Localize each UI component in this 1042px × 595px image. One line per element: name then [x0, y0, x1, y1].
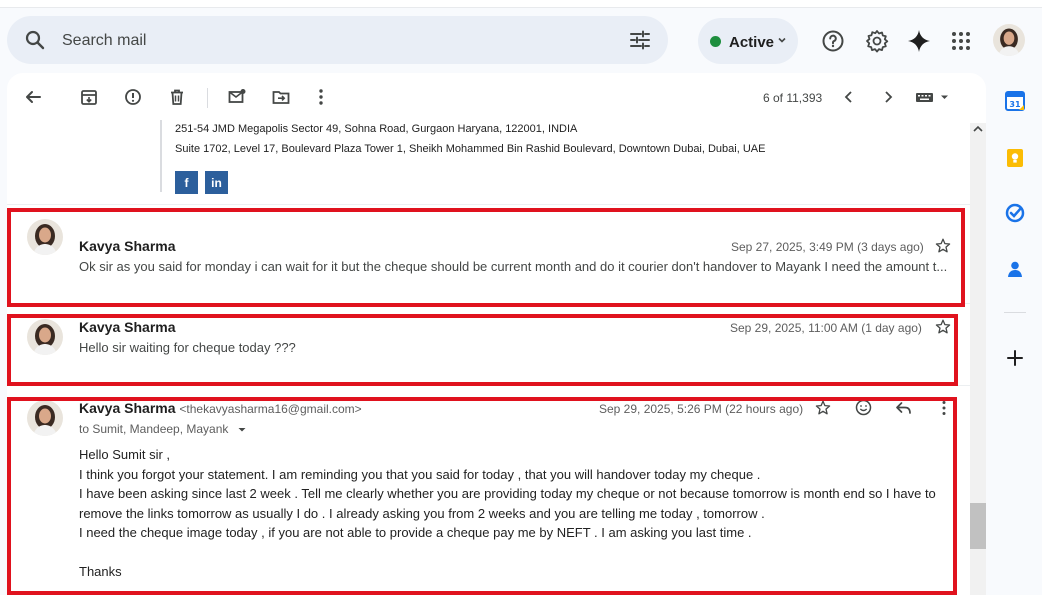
reply-icon[interactable] [895, 400, 912, 416]
linkedin-link-icon[interactable]: in [205, 171, 228, 194]
next-chevron-icon[interactable] [876, 85, 900, 109]
message-sender[interactable]: Kavya Sharma <thekavyasharma16@gmail.com… [79, 400, 362, 416]
more-vertical-icon[interactable] [941, 400, 947, 416]
sender-avatar [27, 319, 63, 355]
settings-gear-icon[interactable] [857, 21, 897, 61]
tasks-icon[interactable] [1004, 202, 1026, 224]
delete-trash-icon[interactable] [165, 85, 189, 109]
star-icon[interactable] [935, 238, 951, 254]
body-line: I think you forgot your statement. I am … [79, 467, 761, 482]
rail-divider [1004, 312, 1026, 313]
message-sender[interactable]: Kavya Sharma [79, 238, 176, 254]
side-panel-rail: 31 [994, 80, 1036, 595]
more-options-icon[interactable] [309, 85, 333, 109]
browser-top-strip [0, 0, 1042, 8]
chevron-down-icon [776, 34, 788, 46]
add-addon-plus-icon[interactable] [1004, 347, 1026, 369]
search-input[interactable]: Search mail [62, 32, 146, 50]
status-selector[interactable]: Active [698, 18, 798, 64]
back-arrow-icon[interactable] [21, 85, 45, 109]
search-icon[interactable] [23, 28, 47, 52]
recipients-line[interactable]: to Sumit, Mandeep, Mayank [79, 422, 247, 436]
sender-avatar [27, 219, 63, 255]
message-snippet[interactable]: Hello sir waiting for cheque today ??? [79, 340, 679, 355]
body-line: remove the links tomorrow as usually I d… [79, 506, 765, 521]
status-dot [710, 36, 721, 47]
status-label: Active [729, 34, 775, 51]
message-sender[interactable]: Kavya Sharma [79, 319, 176, 335]
keep-notes-icon[interactable] [1004, 147, 1026, 169]
help-icon[interactable] [813, 21, 853, 61]
contacts-icon[interactable] [1004, 258, 1026, 280]
keyboard-icon[interactable] [915, 85, 951, 109]
report-spam-icon[interactable] [121, 85, 145, 109]
move-to-folder-icon[interactable] [269, 85, 293, 109]
message-divider [7, 385, 986, 386]
archive-icon[interactable] [77, 85, 101, 109]
emoji-reaction-icon[interactable] [855, 399, 872, 416]
search-options-icon[interactable] [628, 28, 652, 52]
sender-name: Kavya Sharma [79, 400, 176, 416]
message-date: Sep 29, 2025, 11:00 AM (1 day ago) [730, 321, 922, 335]
scrollbar-thumb[interactable] [970, 503, 986, 549]
body-line: Thanks [79, 564, 122, 579]
message-date: Sep 27, 2025, 3:49 PM (3 days ago) [731, 240, 924, 254]
scroll-up-arrow-icon[interactable] [970, 121, 986, 137]
account-avatar[interactable] [993, 24, 1025, 56]
message-counter: 6 of 11,393 [763, 91, 823, 105]
recipients-chevron-icon[interactable] [237, 426, 247, 434]
message-view: 6 of 11,393 251-54 JMD Megapolis Sector … [7, 73, 986, 595]
search-bar[interactable]: Search mail [7, 16, 668, 64]
body-line: I have been asking since last 2 week . T… [79, 486, 936, 501]
calendar-icon[interactable]: 31 [1004, 90, 1026, 112]
recipients-text: to Sumit, Mandeep, Mayank [79, 422, 229, 436]
body-line: Hello Sumit sir , [79, 447, 171, 462]
toolbar-divider [207, 88, 208, 108]
star-icon[interactable] [935, 319, 951, 335]
mark-unread-icon[interactable] [225, 85, 249, 109]
apps-grid-icon[interactable] [941, 21, 981, 61]
message-date: Sep 29, 2025, 5:26 PM (22 hours ago) [599, 402, 804, 416]
calendar-day: 31 [1009, 100, 1021, 109]
message-snippet[interactable]: Ok sir as you said for monday i can wait… [79, 259, 953, 274]
facebook-link-icon[interactable]: f [175, 171, 198, 194]
signature-address-uae: Suite 1702, Level 17, Boulevard Plaza To… [175, 143, 766, 155]
sender-avatar [27, 400, 63, 436]
message-divider [7, 303, 986, 304]
signature-address-india: 251-54 JMD Megapolis Sector 49, Sohna Ro… [175, 123, 578, 135]
gemini-sparkle-icon[interactable] [899, 21, 939, 61]
message-divider [7, 204, 986, 205]
star-icon[interactable] [815, 400, 831, 416]
previous-chevron-icon[interactable] [837, 85, 861, 109]
signature-rule [160, 120, 162, 192]
body-line: I need the cheque image today , if you a… [79, 525, 752, 540]
sender-email: <thekavyasharma16@gmail.com> [179, 402, 362, 416]
